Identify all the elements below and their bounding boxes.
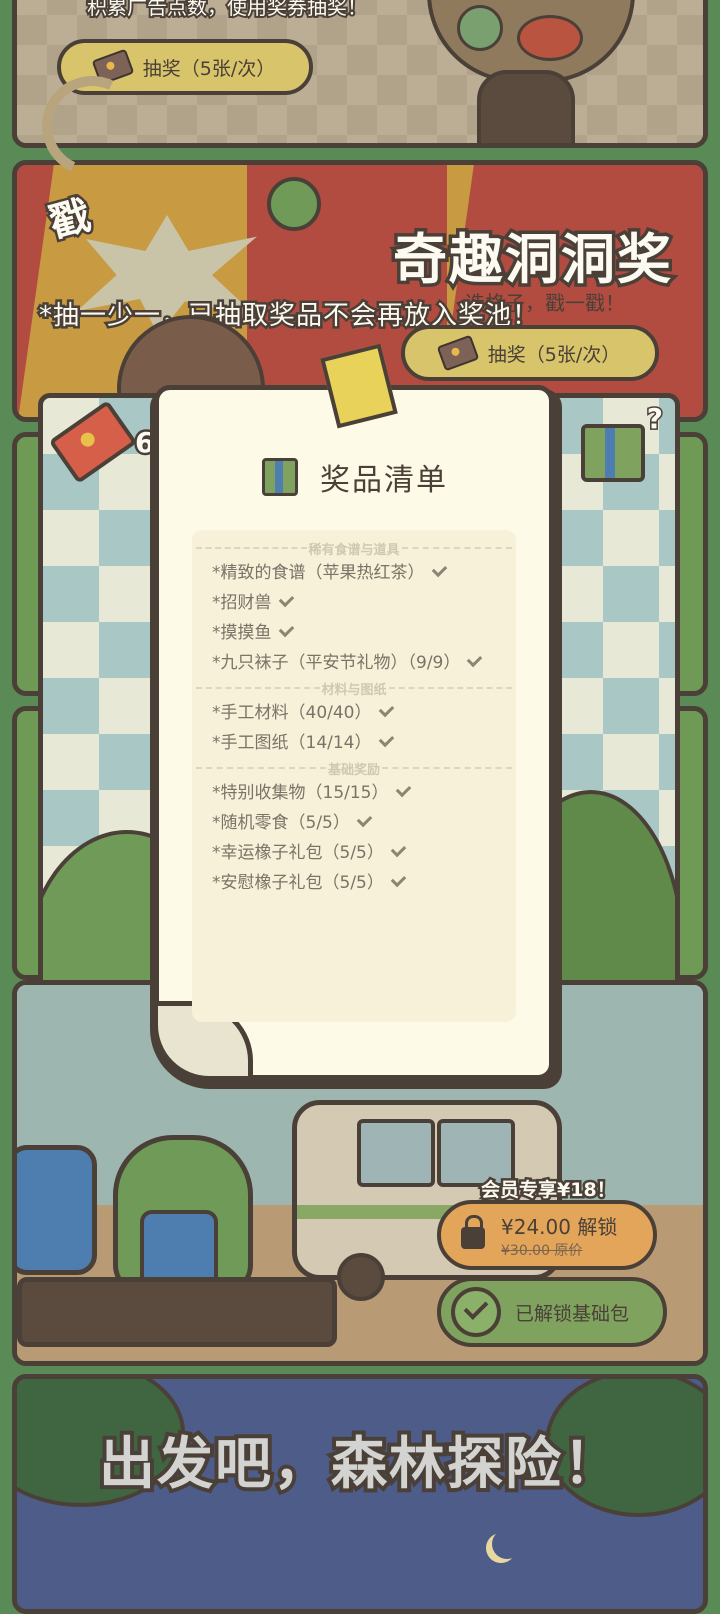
check-icon [431, 561, 447, 578]
check-icon [356, 811, 373, 828]
prize-item: *特别收集物（15/15） [192, 778, 516, 808]
mystery-gift-icon[interactable]: ? [581, 401, 665, 482]
section-header: 稀有食谱与道具 [192, 538, 516, 558]
unlocked-label: 已解锁基础包 [515, 1302, 630, 1325]
forest-card: 出发吧，森林探险！ [12, 1374, 708, 1614]
section-header: 材料与图纸 [192, 678, 516, 698]
unlock-button[interactable]: ¥24.00 解锁 ¥30.00 原价 [437, 1200, 657, 1270]
gift-icon [262, 458, 298, 496]
modal-header: 奖品清单 [262, 455, 448, 499]
lock-icon [461, 1215, 485, 1249]
prize-list-modal: 奖品清单 稀有食谱与道具 *精致的食谱（苹果热红茶） *招财兽 *摸摸鱼 *九只… [150, 343, 568, 1095]
modal-title: 奖品清单 [320, 463, 448, 498]
section-materials: 材料与图纸 *手工材料（40/40） *手工图纸（14/14） [192, 678, 516, 758]
prize-item: *九只袜子（平安节礼物）（9/9） [192, 648, 516, 678]
prize-list: 稀有食谱与道具 *精致的食谱（苹果热红茶） *招财兽 *摸摸鱼 *九只袜子（平安… [192, 530, 516, 1022]
check-icon [390, 841, 407, 858]
unlock-price: ¥24.00 解锁 [501, 1214, 618, 1239]
check-icon [278, 591, 294, 608]
original-price: ¥30.00 原价 [501, 1242, 583, 1259]
check-icon [467, 651, 483, 668]
prize-item: *摸摸鱼 [192, 618, 516, 648]
prize-item: *手工材料（40/40） [192, 698, 516, 728]
check-icon [378, 731, 394, 748]
unlocked-basic-pack-button[interactable]: 已解锁基础包 [437, 1277, 667, 1347]
check-circle-icon [451, 1287, 501, 1337]
ticket-counter: 6 [48, 400, 157, 484]
check-icon [278, 621, 294, 638]
lottery-draw-label: 抽奖（5张/次） [142, 57, 276, 80]
holes-draw-button[interactable]: 抽奖（5张/次） [401, 325, 659, 381]
ticket-icon [436, 334, 480, 372]
gumball-machine [417, 0, 635, 143]
ticket-icon [48, 400, 138, 484]
prize-item: *招财兽 [192, 588, 516, 618]
member-badge: 会员专享¥18！ [479, 1177, 619, 1204]
prize-item: *随机零食（5/5） [192, 808, 516, 838]
check-icon [395, 781, 411, 798]
check-icon [378, 701, 394, 718]
prize-item: *手工图纸（14/14） [192, 728, 516, 758]
prize-item: *精致的食谱（苹果热红茶） [192, 558, 516, 588]
log [17, 1277, 337, 1347]
green-ball [267, 177, 321, 231]
prize-item: *幸运橡子礼包（5/5） [192, 838, 516, 868]
frog-traveler [113, 1135, 253, 1295]
check-icon [390, 871, 407, 888]
section-rare: 稀有食谱与道具 *精致的食谱（苹果热红茶） *招财兽 *摸摸鱼 *九只袜子（平安… [192, 538, 516, 678]
section-header: 基础奖励 [192, 758, 516, 778]
forest-title: 出发吧，森林探险！ [95, 1428, 623, 1501]
back-arrow-icon[interactable] [22, 61, 157, 191]
holes-draw-label: 抽奖（5张/次） [487, 343, 621, 366]
section-basic: 基础奖励 *特别收集物（15/15） *随机零食（5/5） *幸运橡子礼包（5/… [192, 758, 516, 898]
lottery-description: 积累广告点数，使用奖券抽奖！ [85, 0, 369, 21]
backpack-left [17, 1145, 97, 1275]
moon [492, 1529, 522, 1559]
prize-item: *安慰橡子礼包（5/5） [192, 868, 516, 898]
holes-title: 奇趣洞洞奖 [390, 225, 675, 295]
